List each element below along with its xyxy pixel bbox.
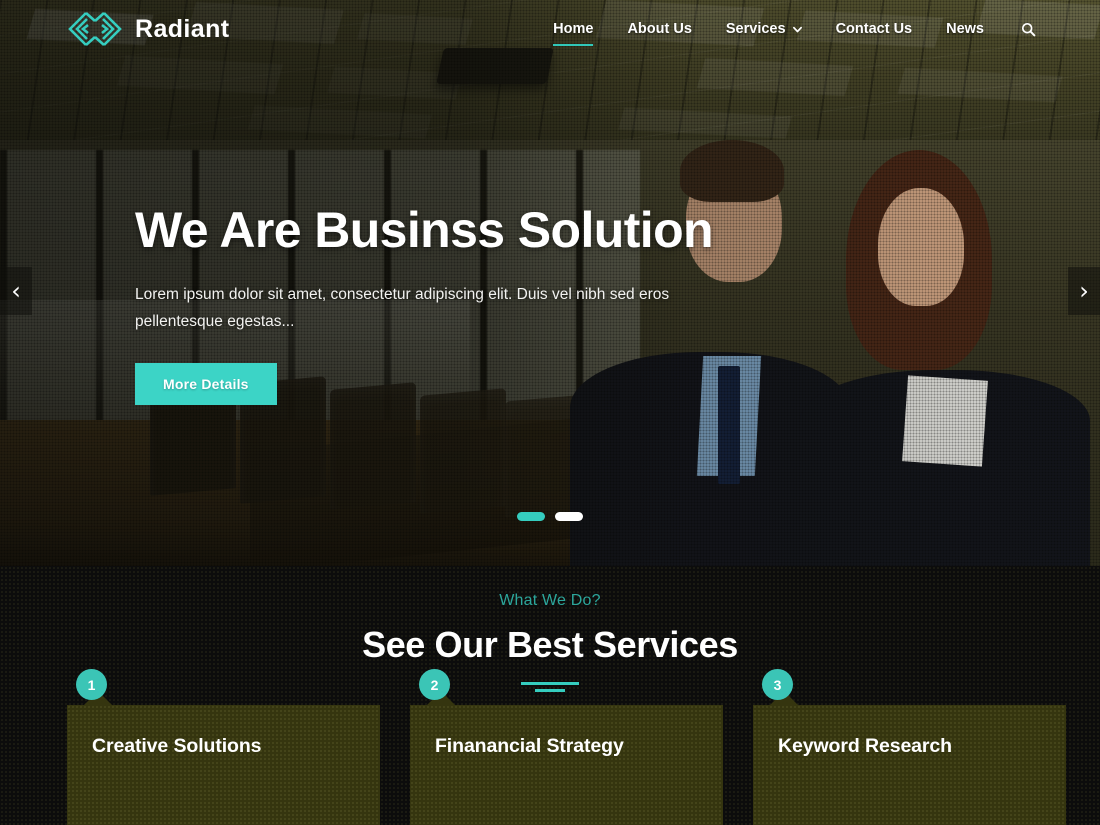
section-divider [520,682,580,692]
slider-dot-2[interactable] [555,512,583,521]
slider-pagination [0,512,1100,521]
service-card-title: Finanancial Strategy [435,735,624,757]
hero-content: We Are Businss Solution Lorem ipsum dolo… [135,202,735,406]
slider-next-arrow-icon[interactable]: › [1068,267,1100,315]
service-card-2[interactable]: 2 Finanancial Strategy [410,669,723,825]
brand-name: Radiant [135,14,230,43]
search-button[interactable] [1001,22,1042,37]
service-card-body[interactable]: Finanancial Strategy [410,691,723,825]
service-card-title: Keyword Research [778,735,952,757]
service-card-number: 1 [76,669,107,700]
search-icon [1021,22,1036,36]
nav-label-services: Services [725,21,786,37]
hero-subtitle: Lorem ipsum dolor sit amet, consectetur … [135,286,670,331]
nav-label-about-us: About Us [627,21,692,37]
radiant-diamond-logo-icon [68,12,122,46]
nav-item-home[interactable]: Home [536,9,610,49]
landing-page: We Are Businss Solution Lorem ipsum dolo… [0,0,1100,825]
nav-label-contact-us: Contact Us [835,21,913,37]
service-card-body[interactable]: Keyword Research [753,691,1066,825]
brand[interactable]: Radiant [66,9,229,49]
more-details-button[interactable]: More Details [135,363,277,406]
main-navigation: Home About Us Services Contact Us News [536,9,1100,49]
service-card-title: Creative Solutions [92,735,262,757]
nav-item-services[interactable]: Services [709,9,819,49]
divider-bar-top [521,682,579,685]
nav-item-about-us[interactable]: About Us [610,9,708,49]
services-section: What We Do? See Our Best Services 1 Crea… [0,566,1100,825]
hero-title: We Are Businss Solution [135,202,714,258]
service-cards: 1 Creative Solutions 2 Finanancial Strat… [67,669,1067,825]
hero-slider: We Are Businss Solution Lorem ipsum dolo… [0,0,1100,566]
service-card-1[interactable]: 1 Creative Solutions [67,669,380,825]
nav-label-home: Home [553,21,594,37]
service-card-number: 2 [419,669,450,700]
nav-label-news: News [946,21,984,37]
nav-item-contact-us[interactable]: Contact Us [819,9,930,49]
site-header: Radiant Home About Us Services Contact U… [0,0,1100,58]
service-card-body[interactable]: Creative Solutions [67,691,380,825]
divider-bar-bottom [535,689,565,692]
slider-prev-arrow-icon[interactable]: ‹ [0,267,32,315]
chevron-down-icon [792,26,802,32]
service-card-number: 3 [762,669,793,700]
service-card-3[interactable]: 3 Keyword Research [753,669,1066,825]
nav-item-news[interactable]: News [929,9,1001,49]
services-eyebrow: What We Do? [499,592,601,609]
services-title: See Our Best Services [362,624,738,665]
slider-dot-1[interactable] [517,512,545,521]
